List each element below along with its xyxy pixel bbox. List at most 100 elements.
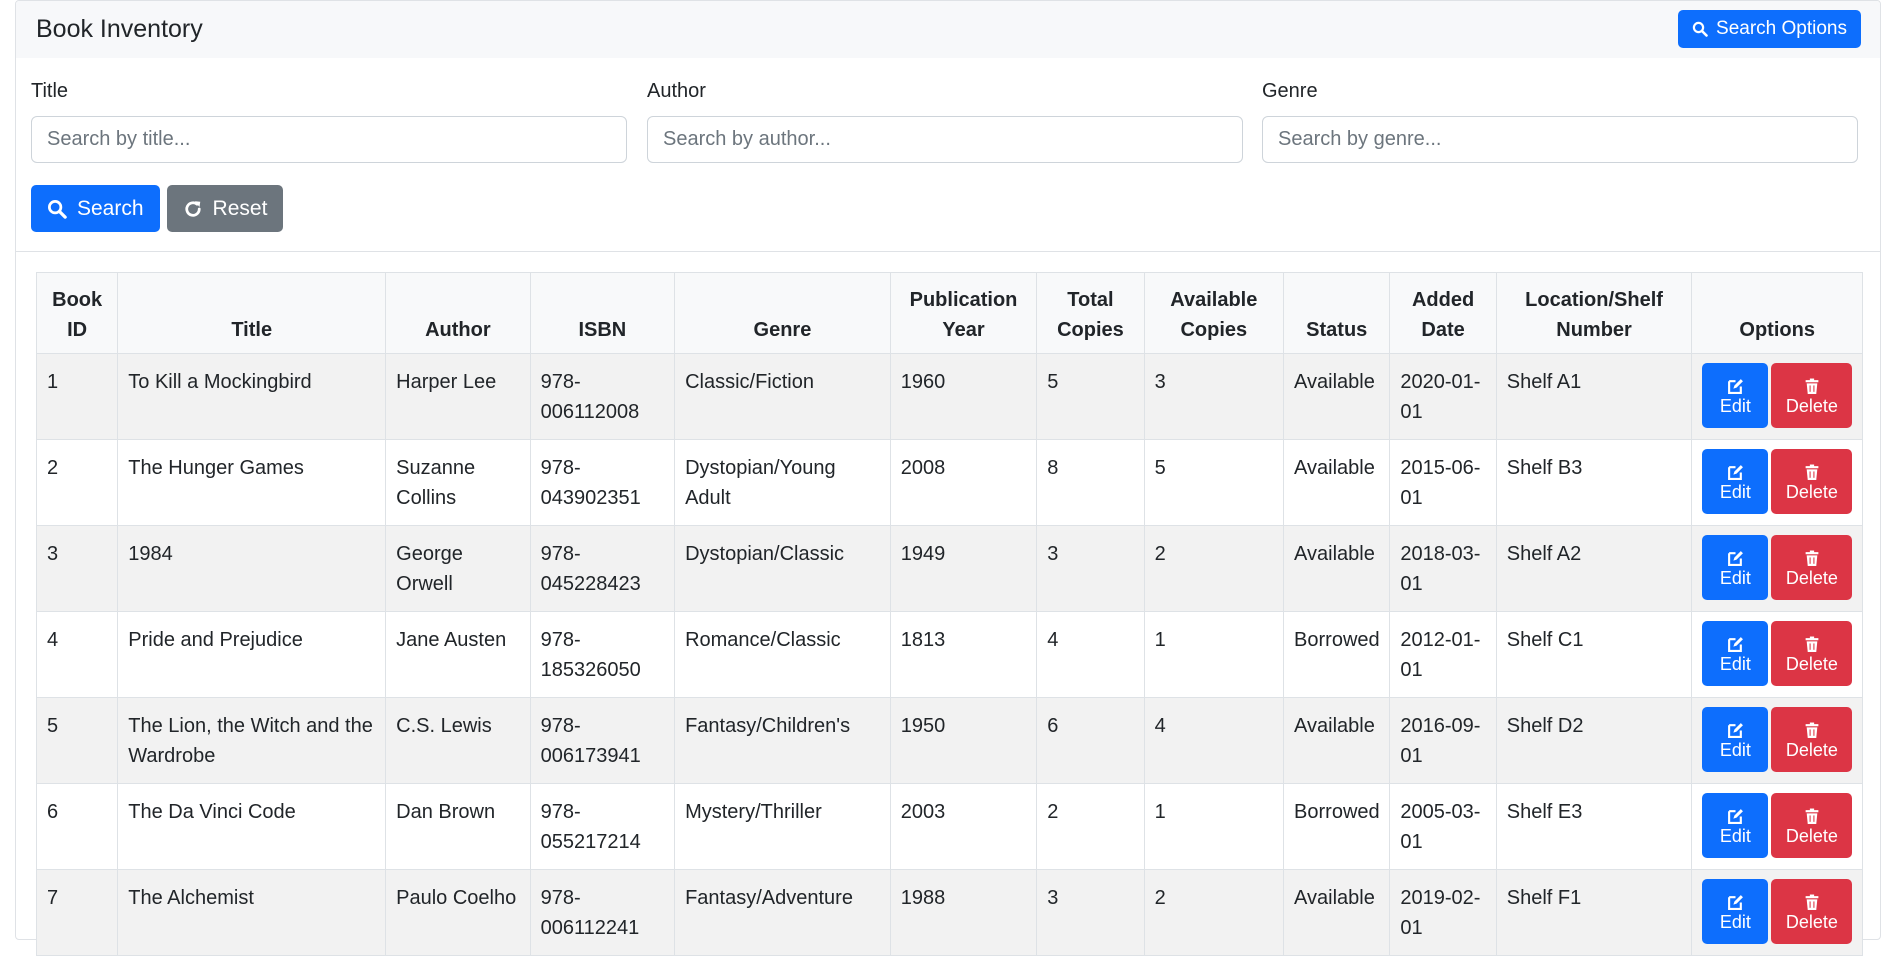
delete-button[interactable]: Delete [1771, 449, 1853, 514]
options-cell: Edit Delete [1691, 353, 1863, 440]
author-search-input[interactable] [647, 116, 1243, 163]
row-actions: Edit Delete [1702, 535, 1854, 600]
table-cell: Shelf A1 [1495, 353, 1693, 440]
table-cell: 5 [35, 697, 119, 784]
delete-button[interactable]: Delete [1771, 793, 1853, 858]
delete-button[interactable]: Delete [1771, 363, 1853, 428]
genre-label: Genre [1262, 80, 1318, 102]
table-cell: 7 [35, 869, 119, 956]
table-cell: Available [1283, 353, 1391, 440]
table-body: 1 To Kill a Mockingbird Harper Lee 978-0061… [35, 353, 1863, 956]
edit-button[interactable]: Edit [1702, 449, 1769, 514]
table-cell: Mystery/Thriller [674, 783, 891, 870]
table-cell: To Kill a Mockingbird [117, 353, 387, 440]
column-header: Author [385, 272, 531, 354]
edit-icon [1727, 636, 1744, 653]
edit-button[interactable]: Edit [1702, 535, 1769, 600]
edit-label: Edit [1719, 481, 1751, 502]
trash-icon [1804, 808, 1820, 825]
edit-label: Edit [1719, 911, 1751, 932]
edit-button[interactable]: Edit [1702, 879, 1769, 944]
search-button-label: Search [77, 196, 144, 220]
redo-icon [183, 199, 203, 219]
table-cell: 2 [35, 439, 119, 526]
row-actions: Edit Delete [1702, 707, 1854, 772]
edit-button[interactable]: Edit [1702, 363, 1769, 428]
table-cell: 2016-09-01 [1389, 697, 1497, 784]
table-cell: 1960 [889, 353, 1038, 440]
search-form: Title Author Genre Search Reset [16, 58, 1880, 252]
table-cell: Borrowed [1283, 783, 1391, 870]
form-actions: Search Reset [31, 185, 284, 232]
column-header: Status [1283, 272, 1391, 354]
title-label: Title [31, 80, 69, 102]
options-cell: Edit Delete [1691, 869, 1863, 956]
table-cell: 2008 [889, 439, 1038, 526]
table-cell: Suzanne Collins [385, 439, 531, 526]
table-cell: Shelf F1 [1495, 869, 1693, 956]
delete-label: Delete [1785, 395, 1838, 416]
search-options-button[interactable]: Search Options [1678, 10, 1861, 48]
table-cell: 978-185326050 [529, 611, 676, 698]
table-cell: 2012-01-01 [1389, 611, 1497, 698]
options-cell: Edit Delete [1691, 697, 1863, 784]
table-cell: The Hunger Games [117, 439, 387, 526]
table-cell: Shelf C1 [1495, 611, 1693, 698]
table-row: 1 To Kill a Mockingbird Harper Lee 978-0061… [35, 353, 1863, 440]
table-row: 7 The Alchemist Paulo Coelho 978-006112241 F… [35, 869, 1863, 956]
inventory-table: Book ID Title Author ISBN Genre Publication Y… [35, 272, 1863, 956]
reset-button[interactable]: Reset [166, 185, 284, 232]
table-cell: 3 [35, 525, 119, 612]
table-cell: 1988 [889, 869, 1038, 956]
table-cell: 4 [1036, 611, 1145, 698]
table-cell: 3 [1036, 525, 1145, 612]
table-cell: 1813 [889, 611, 1038, 698]
table-cell: 1984 [117, 525, 387, 612]
table-cell: Available [1283, 525, 1391, 612]
column-header: Publication Year [889, 272, 1038, 354]
edit-label: Edit [1719, 653, 1751, 674]
trash-icon [1804, 550, 1820, 567]
table-cell: 2019-02-01 [1389, 869, 1497, 956]
table-cell: 978-006112241 [529, 869, 676, 956]
edit-button[interactable]: Edit [1702, 621, 1769, 686]
column-header: Options [1691, 272, 1863, 354]
edit-icon [1727, 378, 1744, 395]
card-header: Book Inventory Search Options [16, 1, 1880, 58]
title-field-group: Title [31, 80, 627, 163]
table-cell: Pride and Prejudice [117, 611, 387, 698]
options-cell: Edit Delete [1691, 783, 1863, 870]
delete-button[interactable]: Delete [1771, 535, 1853, 600]
table-cell: Dystopian/Classic [674, 525, 891, 612]
genre-search-input[interactable] [1262, 116, 1858, 163]
table-cell: 4 [35, 611, 119, 698]
table-cell: 978-055217214 [529, 783, 676, 870]
reset-button-label: Reset [212, 196, 268, 220]
options-cell: Edit Delete [1691, 611, 1863, 698]
table-cell: Shelf A2 [1495, 525, 1693, 612]
column-header: Added Date [1389, 272, 1497, 354]
table-cell: 4 [1143, 697, 1285, 784]
edit-button[interactable]: Edit [1702, 793, 1769, 858]
trash-icon [1804, 378, 1820, 395]
row-actions: Edit Delete [1702, 363, 1854, 428]
delete-button[interactable]: Delete [1771, 879, 1853, 944]
edit-icon [1727, 550, 1744, 567]
inventory-table-wrapper: Book ID Title Author ISBN Genre Publication Y… [35, 272, 1863, 956]
edit-button[interactable]: Edit [1702, 707, 1769, 772]
table-cell: 6 [1036, 697, 1145, 784]
table-cell: 1 [1143, 611, 1285, 698]
delete-button[interactable]: Delete [1771, 621, 1853, 686]
search-icon [1692, 21, 1708, 37]
delete-button[interactable]: Delete [1771, 707, 1853, 772]
table-cell: Available [1283, 439, 1391, 526]
table-cell: 5 [1036, 353, 1145, 440]
table-cell: Shelf E3 [1495, 783, 1693, 870]
search-button[interactable]: Search [31, 185, 160, 232]
row-actions: Edit Delete [1702, 879, 1854, 944]
table-cell: 5 [1143, 439, 1285, 526]
title-search-input[interactable] [31, 116, 627, 163]
table-cell: Harper Lee [385, 353, 531, 440]
table-cell: The Alchemist [117, 869, 387, 956]
table-row: 4 Pride and Prejudice Jane Austen 978-18532… [35, 611, 1863, 698]
